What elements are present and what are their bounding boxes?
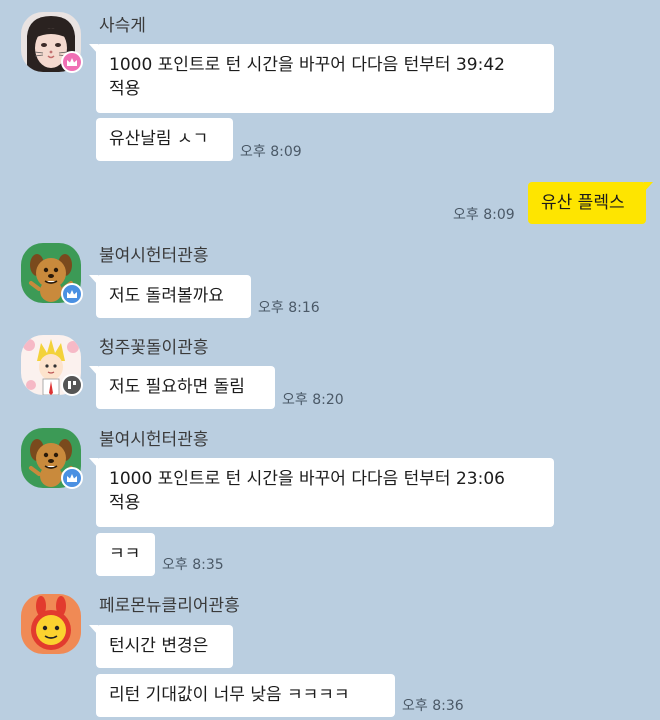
- message-bubble[interactable]: 1000 포인트로 턴 시간을 바꾸어 다다음 턴부터 39:42 적용: [89, 44, 554, 113]
- crown-badge-icon: [61, 283, 83, 305]
- message-bubble[interactable]: 저도 필요하면 돌림: [89, 366, 275, 409]
- message-bubble[interactable]: 1000 포인트로 턴 시간을 바꾸어 다다음 턴부터 23:06 적용: [89, 458, 554, 527]
- profile-avatar-sender-4[interactable]: [21, 594, 81, 654]
- sender-name: 사슥게: [99, 16, 146, 36]
- message-bubble[interactable]: ㅋㅋ: [96, 533, 155, 576]
- message-bubble[interactable]: 리턴 기대값이 너무 낮음 ㅋㅋㅋㅋ: [96, 674, 395, 717]
- sender-name: 불여시헌터관흥: [99, 246, 209, 266]
- message-bubble[interactable]: 저도 돌려볼까요: [89, 275, 251, 318]
- message-timestamp: 오후 8:35: [162, 557, 224, 573]
- sender-name: 페로몬뉴클리어관흥: [99, 596, 240, 616]
- message-timestamp: 오후 8:16: [258, 300, 320, 316]
- message-timestamp: 오후 8:09: [453, 207, 515, 223]
- my-message-bubble[interactable]: 유산 플렉스: [528, 182, 653, 224]
- crown-badge-icon: [61, 51, 83, 73]
- crown-icon: [67, 474, 77, 482]
- message-timestamp: 오후 8:20: [282, 392, 344, 408]
- sender-name: 청주꽃돌이관흥: [99, 338, 209, 358]
- manager-badge-icon: [61, 374, 83, 396]
- message-bubble[interactable]: 유산날림 ㅅㄱ: [96, 118, 233, 161]
- message-timestamp: 오후 8:36: [402, 698, 464, 714]
- crown-icon: [67, 290, 77, 298]
- manager-icon: [68, 381, 76, 389]
- message-timestamp: 오후 8:09: [240, 144, 302, 160]
- yellow-character-avatar-icon: [21, 594, 81, 654]
- sender-name: 불여시헌터관흥: [99, 430, 209, 450]
- crown-badge-icon: [61, 467, 83, 489]
- message-bubble[interactable]: 턴시간 변경은: [89, 625, 233, 668]
- chat-window: 사슥게 1000 포인트로 턴 시간을 바꾸어 다다음 턴부터 39:42 적용…: [0, 0, 660, 720]
- crown-icon: [67, 58, 77, 66]
